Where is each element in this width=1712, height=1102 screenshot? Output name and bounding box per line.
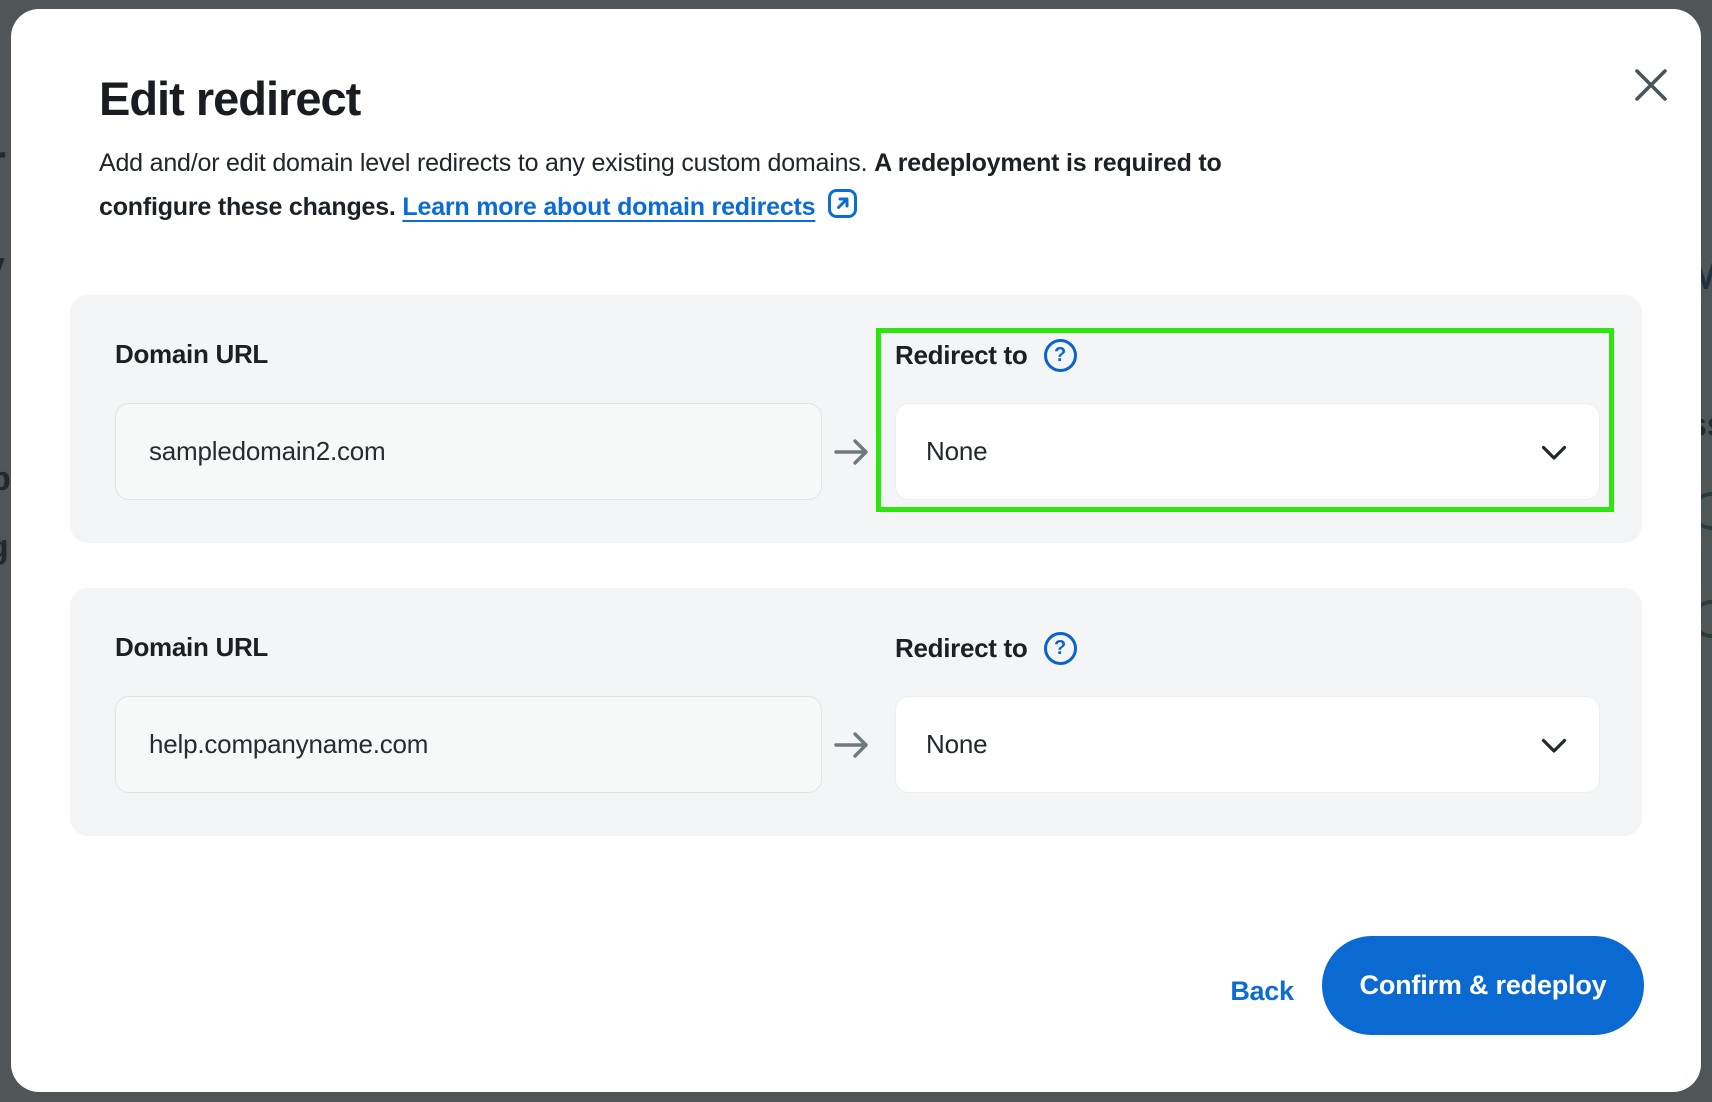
- learn-more-link[interactable]: Learn more about domain redirects: [402, 193, 858, 221]
- learn-more-label: Learn more about domain redirects: [402, 193, 815, 221]
- redirect-to-label: Redirect to ?: [895, 632, 1077, 665]
- domain-url-input[interactable]: [115, 403, 822, 500]
- arrow-right-icon: [832, 433, 872, 471]
- confirm-redeploy-button[interactable]: Confirm & redeploy: [1322, 936, 1644, 1035]
- redirect-select-value: None: [896, 436, 987, 467]
- redirect-select-value: None: [896, 729, 987, 760]
- help-icon[interactable]: ?: [1044, 632, 1077, 665]
- domain-url-input[interactable]: [115, 696, 822, 793]
- description-text: Add and/or edit domain level redirects t…: [99, 149, 867, 177]
- chevron-down-icon: [1541, 445, 1567, 461]
- screen: r v ai b g M ss Edit redirect Add and/or…: [0, 0, 1712, 1102]
- domain-url-label: Domain URL: [115, 632, 268, 663]
- close-button[interactable]: [1619, 53, 1683, 117]
- help-icon[interactable]: ?: [1044, 339, 1077, 372]
- modal-title: Edit redirect: [99, 71, 360, 126]
- external-link-icon: [827, 188, 858, 219]
- redirect-row: Domain URL Redirect to ? None: [70, 588, 1642, 836]
- modal-description: Add and/or edit domain level redirects t…: [99, 141, 1299, 229]
- close-icon: [1632, 66, 1670, 104]
- chevron-down-icon: [1541, 738, 1567, 754]
- redirect-row: Domain URL Redirect to ? None: [70, 295, 1642, 543]
- edit-redirect-modal: Edit redirect Add and/or edit domain lev…: [11, 9, 1701, 1092]
- domain-url-label: Domain URL: [115, 339, 268, 370]
- redirect-select[interactable]: None: [895, 696, 1600, 793]
- arrow-right-icon: [832, 726, 872, 764]
- back-button[interactable]: Back: [1207, 961, 1317, 1021]
- redirect-to-label: Redirect to ?: [895, 339, 1077, 372]
- redirect-select[interactable]: None: [895, 403, 1600, 500]
